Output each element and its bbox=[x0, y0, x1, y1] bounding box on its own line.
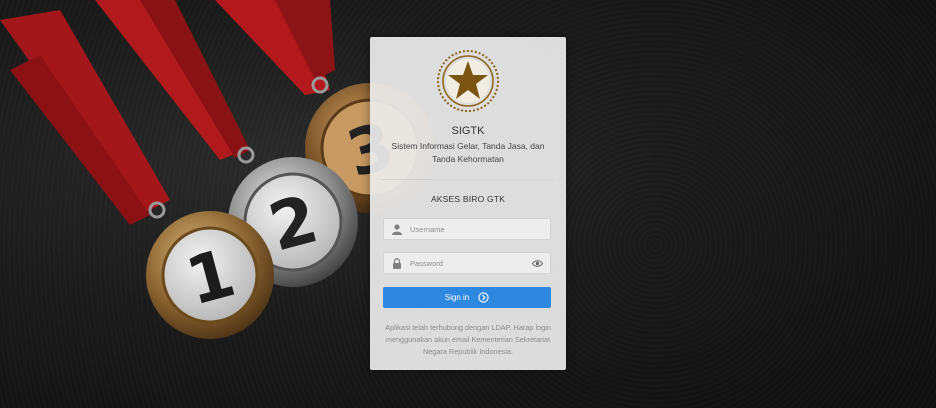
signin-label: Sign in bbox=[444, 293, 470, 302]
section-title: AKSES BIRO GTK bbox=[430, 194, 506, 204]
app-subtitle: Sistem Informasi Gelar, Tanda Jasa, dan … bbox=[391, 141, 545, 164]
divider bbox=[382, 179, 554, 180]
lock-icon bbox=[393, 258, 401, 269]
signin-button[interactable]: Sign in bbox=[383, 287, 551, 308]
arrow-circle-right-icon bbox=[478, 292, 489, 303]
star-emblem-icon bbox=[437, 50, 499, 112]
ldap-note: Aplikasi telah terhubung dengan LDAP. Ha… bbox=[385, 323, 551, 356]
login-card: SIGTK Sistem Informasi Gelar, Tanda Jasa… bbox=[370, 37, 566, 370]
user-icon bbox=[392, 224, 402, 235]
username-input[interactable] bbox=[410, 222, 530, 236]
username-field[interactable] bbox=[383, 218, 551, 240]
eye-icon[interactable] bbox=[532, 259, 543, 268]
password-field[interactable] bbox=[383, 252, 551, 274]
app-title: SIGTK bbox=[451, 125, 485, 137]
password-input[interactable] bbox=[410, 256, 530, 270]
